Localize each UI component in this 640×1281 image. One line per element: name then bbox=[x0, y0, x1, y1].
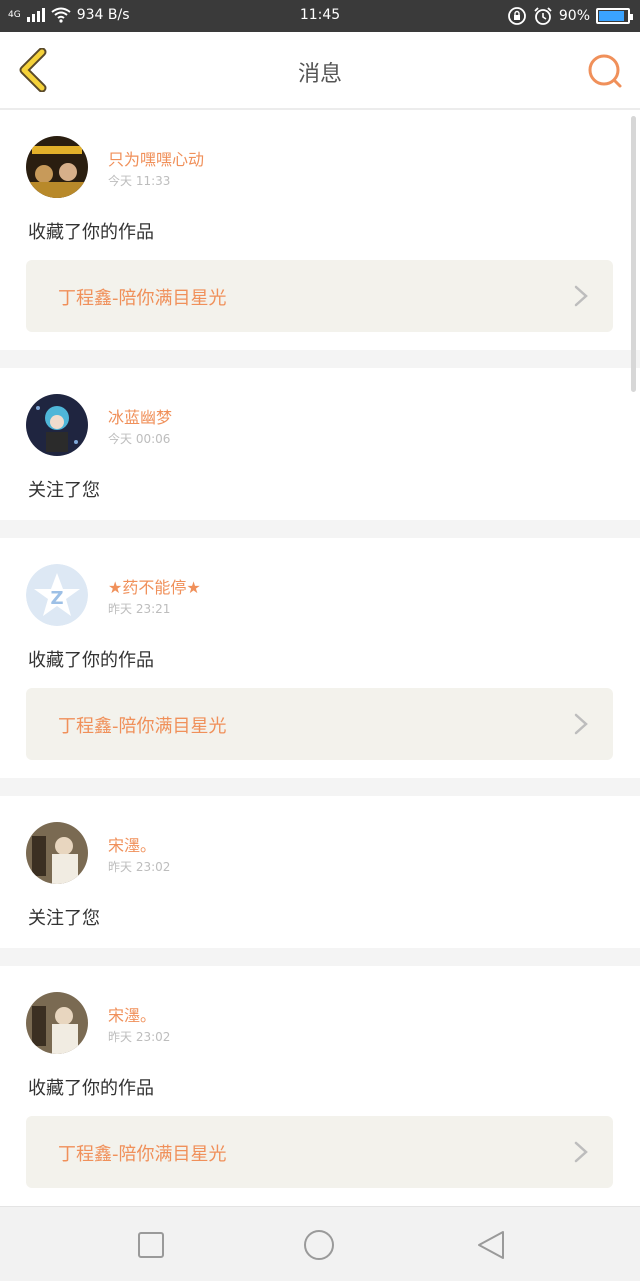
user-name[interactable]: 宋濹。 bbox=[108, 1002, 156, 1026]
work-title: 丁程鑫-陪你满目星光 bbox=[58, 288, 227, 309]
avatar[interactable] bbox=[26, 394, 88, 456]
status-bar: 4G 934 B/s 11:45 90% bbox=[0, 0, 640, 32]
message-time: 今天 11:33 bbox=[108, 174, 171, 188]
list-item[interactable]: 冰蓝幽梦 今天 00:06 关注了您 bbox=[0, 368, 640, 520]
action-text: 收藏了你的作品 bbox=[28, 1078, 154, 1099]
alarm-icon bbox=[534, 7, 552, 25]
list-item[interactable]: 宋濹。 昨天 23:02 关注了您 bbox=[0, 796, 640, 948]
recent-apps-icon[interactable] bbox=[135, 1229, 167, 1261]
scrollbar[interactable] bbox=[631, 116, 636, 392]
chevron-right-icon bbox=[574, 285, 588, 307]
avatar[interactable] bbox=[26, 136, 88, 198]
action-text: 关注了您 bbox=[28, 480, 100, 501]
search-icon[interactable] bbox=[586, 52, 624, 90]
avatar[interactable]: Z bbox=[26, 564, 88, 626]
user-name[interactable]: 宋濹。 bbox=[108, 832, 156, 856]
page-title: 消息 bbox=[297, 62, 342, 87]
home-icon[interactable] bbox=[303, 1229, 335, 1261]
work-card[interactable]: 丁程鑫-陪你满目星光 bbox=[26, 1116, 613, 1188]
header: 消息 bbox=[0, 32, 640, 110]
user-name[interactable]: 冰蓝幽梦 bbox=[108, 404, 172, 428]
avatar[interactable] bbox=[26, 992, 88, 1054]
battery-percent: 90% bbox=[558, 8, 590, 24]
message-time: 昨天 23:02 bbox=[108, 860, 171, 874]
battery-icon bbox=[596, 8, 633, 24]
action-text: 收藏了你的作品 bbox=[28, 650, 154, 671]
message-time: 昨天 23:02 bbox=[108, 1030, 171, 1044]
status-time: 11:45 bbox=[299, 7, 341, 23]
action-text: 收藏了你的作品 bbox=[28, 222, 154, 243]
list-item[interactable]: Z ★药不能停★ 昨天 23:21 收藏了你的作品 丁程鑫-陪你满目星光 bbox=[0, 538, 640, 778]
chevron-right-icon bbox=[574, 1141, 588, 1163]
message-list[interactable]: 只为嘿嘿心动 今天 11:33 收藏了你的作品 丁程鑫-陪你满目星光 冰蓝幽梦 … bbox=[0, 110, 640, 1206]
list-item[interactable]: 只为嘿嘿心动 今天 11:33 收藏了你的作品 丁程鑫-陪你满目星光 bbox=[0, 110, 640, 350]
action-text: 关注了您 bbox=[28, 908, 100, 929]
avatar[interactable] bbox=[26, 822, 88, 884]
user-name[interactable]: 只为嘿嘿心动 bbox=[108, 146, 204, 170]
message-time: 昨天 23:21 bbox=[108, 602, 171, 616]
chevron-right-icon bbox=[574, 713, 588, 735]
work-card[interactable]: 丁程鑫-陪你满目星光 bbox=[26, 260, 613, 332]
rotation-lock-icon bbox=[507, 7, 526, 25]
work-card[interactable]: 丁程鑫-陪你满目星光 bbox=[26, 688, 613, 760]
back-icon[interactable] bbox=[475, 1229, 507, 1261]
list-item[interactable]: 宋濹。 昨天 23:02 收藏了你的作品 丁程鑫-陪你满目星光 bbox=[0, 966, 640, 1206]
work-title: 丁程鑫-陪你满目星光 bbox=[58, 1144, 227, 1165]
svg-text:Z: Z bbox=[50, 588, 63, 609]
message-time: 今天 00:06 bbox=[108, 432, 171, 446]
user-name[interactable]: ★药不能停★ bbox=[108, 574, 201, 598]
work-title: 丁程鑫-陪你满目星光 bbox=[58, 716, 227, 737]
system-nav-bar bbox=[0, 1206, 640, 1281]
